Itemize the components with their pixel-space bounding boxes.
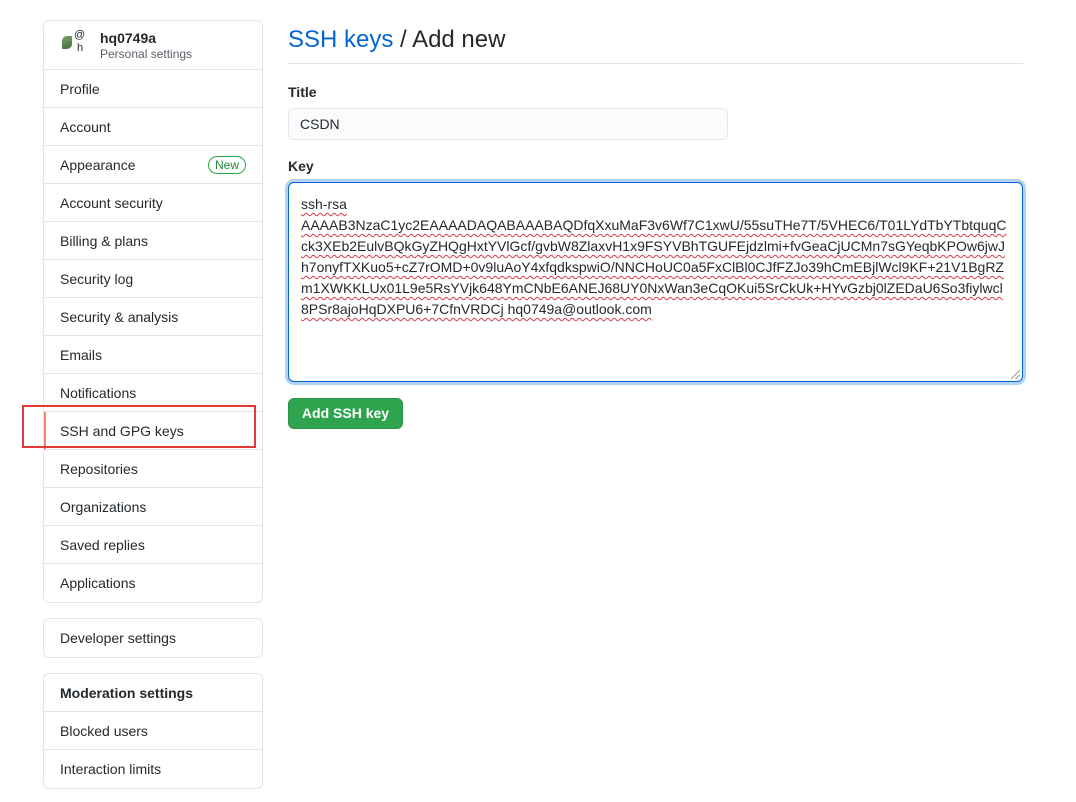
- sidebar-item-account[interactable]: Account: [44, 108, 262, 146]
- sidebar-item-account-security[interactable]: Account security: [44, 184, 262, 222]
- key-text-body: AAAAB3NzaC1yc2EAAAADAQABAAABAQDfqXxuMaF3…: [301, 217, 1007, 317]
- sidebar-item-profile[interactable]: Profile: [44, 70, 262, 108]
- avatar-alt-text: _: [68, 52, 74, 60]
- key-textarea[interactable]: ssh-rsa AAAAB3NzaC1yc2EAAAADAQABAAABAQDf…: [288, 182, 1023, 382]
- sidebar-item-label: Appearance: [60, 157, 136, 173]
- title-input[interactable]: [288, 108, 728, 140]
- avatar-alt-text: @: [74, 30, 86, 41]
- sidebar-item-repositories[interactable]: Repositories: [44, 450, 262, 488]
- sidebar-item-applications[interactable]: Applications: [44, 564, 262, 602]
- sidebar-item-security-analysis[interactable]: Security & analysis: [44, 298, 262, 336]
- settings-sidebar: @ h _ hq0749a Personal settings Profile …: [43, 20, 263, 603]
- add-ssh-key-button[interactable]: Add SSH key: [288, 398, 403, 429]
- title-label: Title: [288, 84, 317, 100]
- key-label: Key: [288, 158, 314, 174]
- resize-grip-icon[interactable]: [1011, 370, 1020, 379]
- moderation-settings-heading: Moderation settings: [44, 674, 262, 712]
- sidebar-item-notifications[interactable]: Notifications: [44, 374, 262, 412]
- key-text-line1: ssh-rsa: [301, 196, 347, 212]
- sidebar-item-appearance[interactable]: Appearance New: [44, 146, 262, 184]
- sidebar-item-security-log[interactable]: Security log: [44, 260, 262, 298]
- avatar-alt-text: h: [77, 42, 84, 54]
- avatar-image-icon: [62, 36, 72, 49]
- page-title: SSH keys / Add new: [288, 24, 1023, 64]
- sidebar-item-ssh-gpg-keys[interactable]: SSH and GPG keys: [44, 412, 262, 450]
- sidebar-item-saved-replies[interactable]: Saved replies: [44, 526, 262, 564]
- sidebar-item-billing[interactable]: Billing & plans: [44, 222, 262, 260]
- breadcrumb-current: Add new: [412, 26, 506, 53]
- username[interactable]: hq0749a: [100, 30, 156, 46]
- moderation-settings-menu: Moderation settings Blocked users Intera…: [43, 673, 263, 789]
- breadcrumb-separator: /: [400, 26, 407, 53]
- sidebar-item-organizations[interactable]: Organizations: [44, 488, 262, 526]
- new-badge: New: [207, 156, 246, 174]
- sidebar-user-header: @ h _ hq0749a Personal settings: [44, 21, 262, 70]
- developer-settings-menu: Developer settings: [43, 618, 263, 658]
- sidebar-item-emails[interactable]: Emails: [44, 336, 262, 374]
- sidebar-item-blocked-users[interactable]: Blocked users: [44, 712, 262, 750]
- sidebar-item-interaction-limits[interactable]: Interaction limits: [44, 750, 262, 788]
- avatar[interactable]: @ h _: [60, 30, 90, 60]
- personal-settings-subtitle: Personal settings: [100, 47, 193, 61]
- sidebar-item-developer-settings[interactable]: Developer settings: [44, 619, 262, 657]
- breadcrumb-ssh-keys-link[interactable]: SSH keys: [288, 26, 393, 53]
